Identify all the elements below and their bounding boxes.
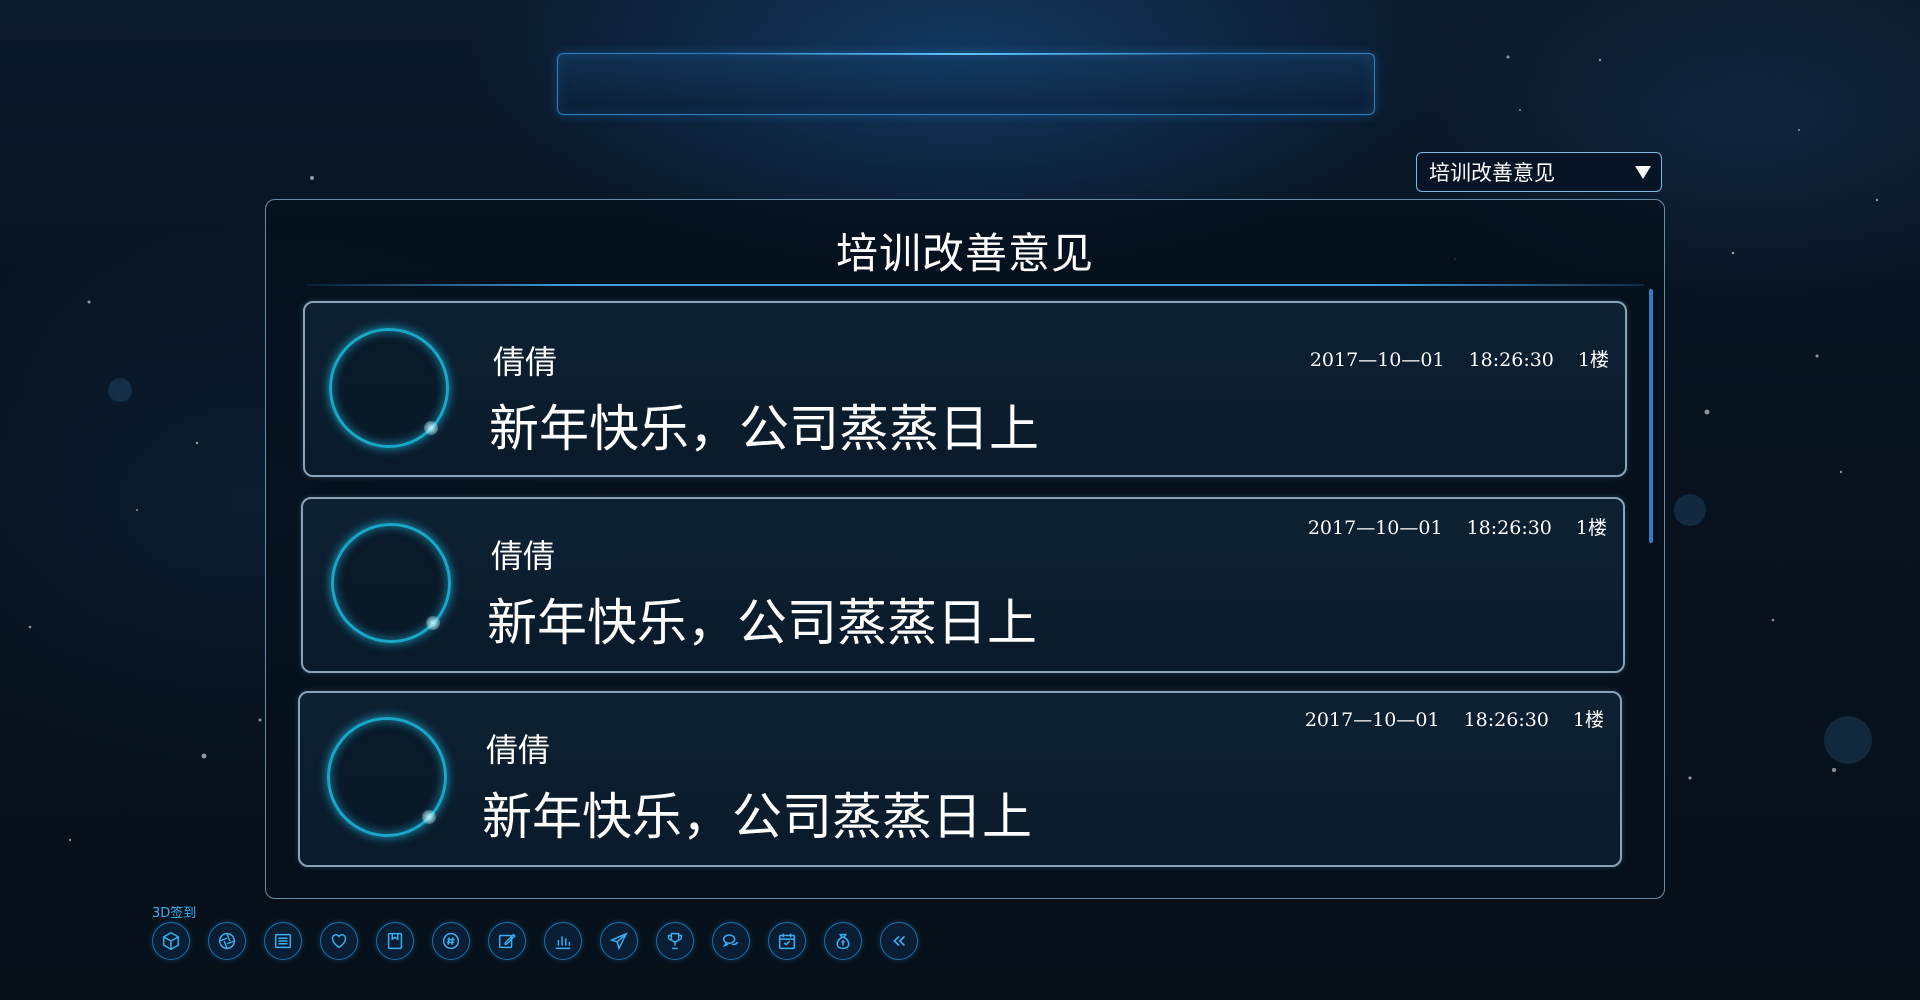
message-time: 18:26:30 [1466,517,1552,539]
bar-chart-icon[interactable] [544,922,582,960]
double-chevron-left-icon[interactable] [880,922,918,960]
list-icon[interactable] [264,922,302,960]
message-date: 2017—10—01 [1307,517,1443,539]
cube-icon[interactable] [152,922,190,960]
message-time: 18:26:30 [1468,349,1554,371]
send-icon[interactable] [600,922,638,960]
screen: 培训改善意见 培训改善意见 倩倩 新年快乐，公司蒸蒸日上 2017—10—01 1… [0,0,1920,1000]
aperture-icon[interactable] [208,922,246,960]
message-time: 18:26:30 [1463,709,1549,731]
message-author: 倩倩 [493,343,558,381]
message-meta: 2017—10—01 18:26:30 1楼 [1305,705,1604,732]
message-card: 倩倩 新年快乐，公司蒸蒸日上 2017—10—01 18:26:30 1楼 [301,497,1625,673]
message-floor: 1楼 [1575,517,1607,539]
hashtag-chat-icon[interactable] [432,922,470,960]
scrollbar-thumb[interactable] [1649,289,1653,543]
toolbar-label: 3D签到 [152,906,197,921]
money-bag-icon[interactable] [824,922,862,960]
panel-title: 培训改善意见 [835,229,1094,278]
messages-panel: 培训改善意见 倩倩 新年快乐，公司蒸蒸日上 2017—10—01 18:26:30… [265,199,1665,899]
message-meta: 2017—10—01 18:26:30 1楼 [1308,513,1607,540]
calendar-icon[interactable] [768,922,806,960]
message-card: 倩倩 新年快乐，公司蒸蒸日上 2017—10—01 18:26:30 1楼 [298,691,1622,867]
avatar[interactable] [327,717,447,837]
message-text: 新年快乐，公司蒸蒸日上 [487,594,1037,652]
message-floor: 1楼 [1572,709,1604,731]
top-search-bar[interactable] [557,53,1375,115]
category-dropdown[interactable]: 培训改善意见 [1416,152,1662,192]
message-card: 倩倩 新年快乐，公司蒸蒸日上 2017—10—01 18:26:30 1楼 [303,301,1627,477]
avatar[interactable] [331,523,451,643]
caret-down-icon [1635,165,1651,179]
message-text: 新年快乐，公司蒸蒸日上 [489,400,1039,458]
dropdown-selected-value: 培训改善意见 [1429,161,1555,185]
bottom-toolbar [152,922,936,964]
message-floor: 1楼 [1577,349,1609,371]
heart-icon[interactable] [320,922,358,960]
title-divider [306,284,1644,286]
message-date: 2017—10—01 [1309,349,1445,371]
message-author: 倩倩 [486,731,551,769]
message-author: 倩倩 [491,537,556,575]
message-meta: 2017—10—01 18:26:30 1楼 [1310,345,1609,372]
bookmark-box-icon[interactable] [376,922,414,960]
message-date: 2017—10—01 [1304,709,1440,731]
avatar[interactable] [329,328,449,448]
edit-icon[interactable] [488,922,526,960]
chat-bubbles-icon[interactable] [712,922,750,960]
trophy-icon[interactable] [656,922,694,960]
message-text: 新年快乐，公司蒸蒸日上 [482,788,1032,846]
